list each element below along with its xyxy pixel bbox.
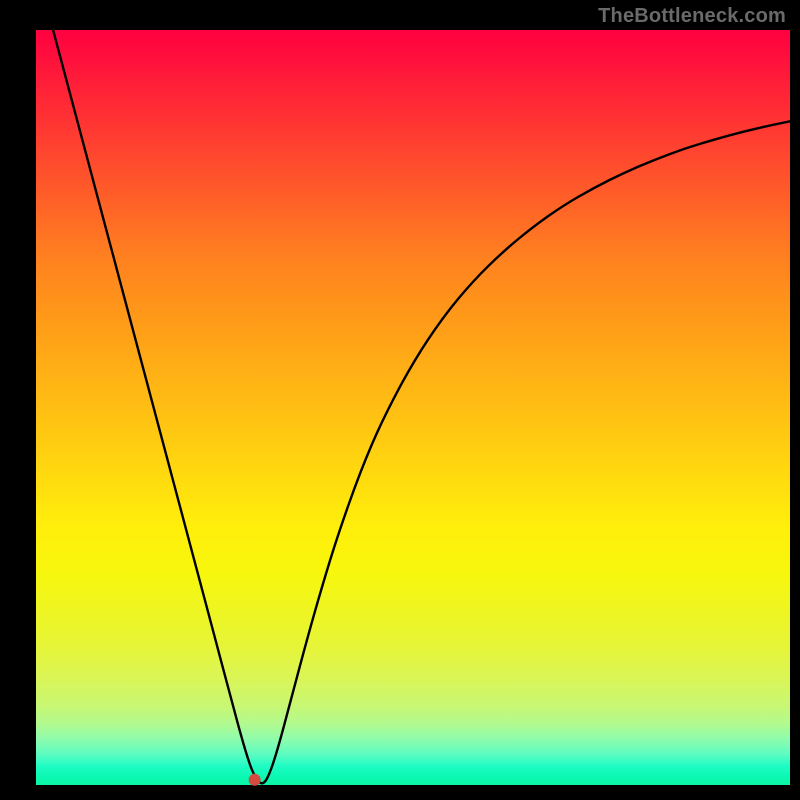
chart-outer-frame: TheBottleneck.com [0, 0, 800, 800]
watermark-text: TheBottleneck.com [598, 5, 786, 28]
chart-plot-area [36, 30, 790, 785]
